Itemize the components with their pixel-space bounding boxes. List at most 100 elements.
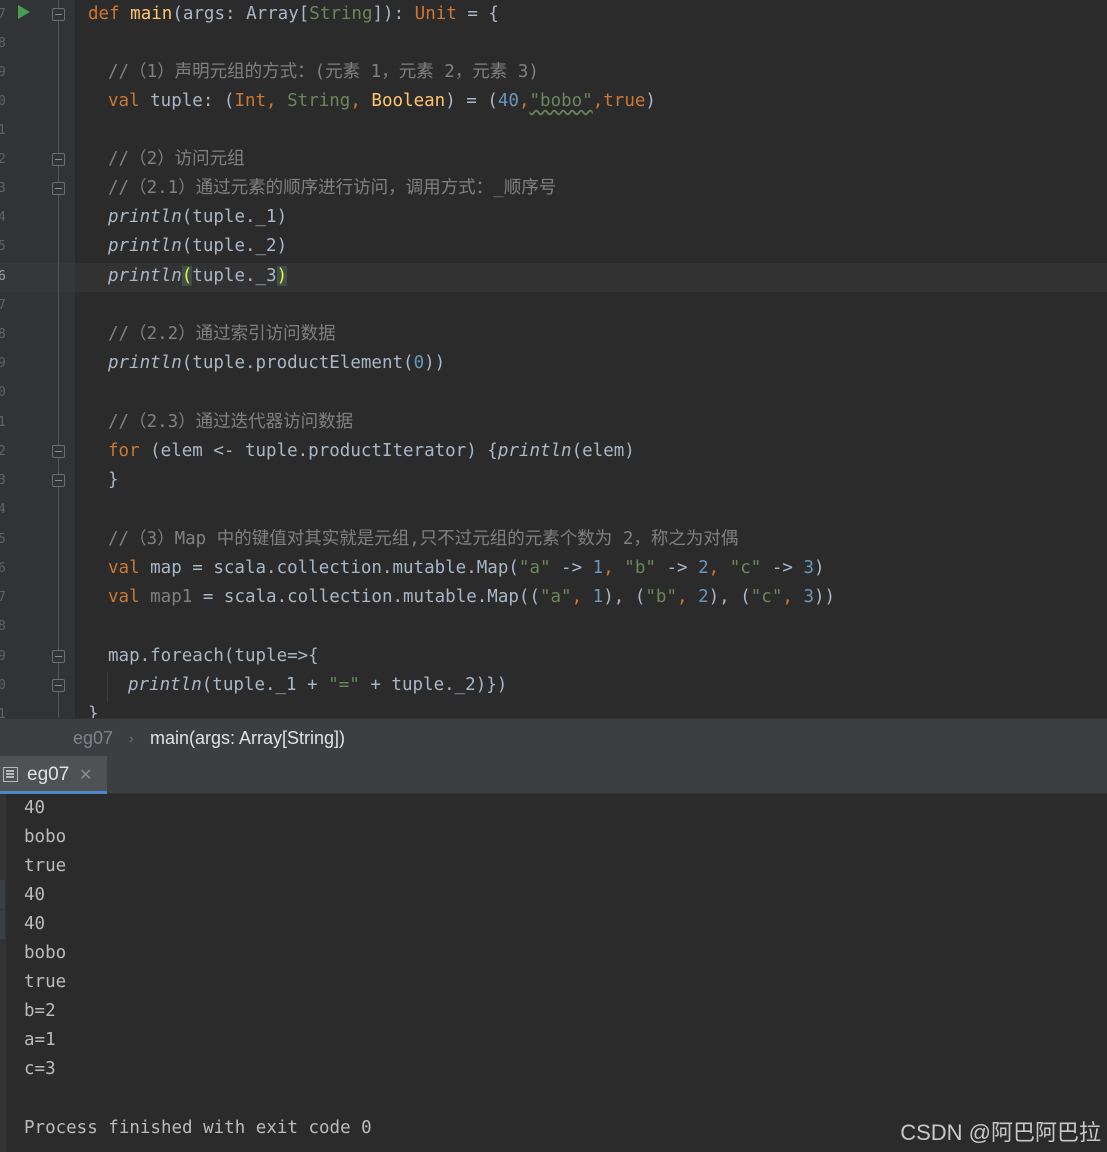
code-text: ) = ( <box>445 91 498 111</box>
breadcrumb: eg07 › main(args: Array[String]) <box>0 718 1107 756</box>
code-text: , <box>708 558 730 578</box>
type-name: String <box>287 91 351 111</box>
fold-marker-icon[interactable] <box>52 650 65 663</box>
code-line[interactable]: println(tuple._1 + "=" + tuple._2)}) <box>128 671 507 700</box>
line-number: 8 <box>0 327 6 342</box>
fold-marker-icon[interactable] <box>52 153 65 166</box>
line-number: 4 <box>0 502 6 517</box>
function-name: main <box>130 4 173 24</box>
fold-marker-icon[interactable] <box>52 445 65 458</box>
code-line-current[interactable]: println(tuple._3) <box>108 262 288 291</box>
console-output-line: bobo <box>24 943 67 963</box>
current-line-gutter <box>0 263 75 292</box>
line-number: 3 <box>0 181 6 196</box>
line-number: 0 <box>0 94 6 109</box>
line-number: 9 <box>0 356 6 371</box>
code-text: ), ( <box>708 587 751 607</box>
comment-line[interactable]: //（2.2）通过索引访问数据 <box>108 320 336 349</box>
console-icon <box>3 767 18 782</box>
code-text: (args: Array[ <box>172 4 310 24</box>
keyword: for <box>108 441 140 461</box>
console-output-line: a=1 <box>24 1030 56 1050</box>
close-icon[interactable]: ✕ <box>79 756 92 794</box>
code-line[interactable]: val tuple: (Int, String, Boolean) = (40,… <box>108 87 656 116</box>
code-line[interactable]: } <box>88 700 99 718</box>
line-number-current: 6 <box>0 269 6 284</box>
code-text: tuple: ( <box>139 91 235 111</box>
method-call: println <box>108 353 182 373</box>
code-line[interactable]: val map1 = scala.collection.mutable.Map(… <box>108 583 835 612</box>
comment-line[interactable]: //（2.1）通过元素的顺序进行访问，调用方式：_顺序号 <box>108 174 556 203</box>
gutter-separator <box>58 0 59 718</box>
method-call: println <box>497 441 572 461</box>
line-number: 2 <box>0 444 6 459</box>
breadcrumb-method[interactable]: main(args: Array[String]) <box>150 719 345 757</box>
code-line[interactable]: println(tuple.productElement(0)) <box>108 349 445 378</box>
string-literal: "b" <box>624 558 656 578</box>
code-line[interactable]: map.foreach(tuple=>{ <box>108 642 319 671</box>
fold-marker-icon[interactable] <box>52 182 65 195</box>
line-number: 0 <box>0 385 6 400</box>
code-text: -> <box>655 558 699 578</box>
code-line[interactable]: println(tuple._2) <box>108 232 287 261</box>
string-literal: "a" <box>539 587 572 607</box>
code-line[interactable]: val map = scala.collection.mutable.Map("… <box>108 554 825 583</box>
line-number: 7 <box>0 7 6 22</box>
line-number: 2 <box>0 152 6 167</box>
brace-match: ) <box>276 266 288 286</box>
number-literal: 2 <box>698 587 709 607</box>
method-call: println <box>128 675 202 695</box>
keyword: def <box>88 4 120 24</box>
code-text: , <box>676 587 699 607</box>
line-number: 4 <box>0 210 6 225</box>
console-gutter <box>0 794 6 1152</box>
breadcrumb-file[interactable]: eg07 <box>73 719 113 757</box>
console-marker <box>0 880 5 909</box>
comment-line[interactable]: //（2）访问元组 <box>108 145 245 174</box>
line-number: 7 <box>0 298 6 313</box>
tab-label: eg07 <box>27 764 70 785</box>
method-call: println <box>108 266 182 286</box>
code-editor[interactable]: 7 8 9 0 1 2 3 4 5 6 7 8 9 0 1 2 3 4 5 6 … <box>0 0 1107 718</box>
string-literal: "b" <box>645 587 677 607</box>
console-output-line: true <box>24 856 67 876</box>
number-literal: 3 <box>803 558 814 578</box>
tab-run-eg07[interactable]: eg07 ✕ <box>0 756 107 794</box>
fold-marker-icon[interactable] <box>52 679 65 692</box>
console-output-line: b=2 <box>24 1001 56 1021</box>
fold-marker-icon[interactable] <box>52 8 65 21</box>
line-number: 7 <box>0 590 6 605</box>
code-line[interactable]: println(tuple._1) <box>108 203 287 232</box>
line-number: 1 <box>0 123 6 138</box>
code-text: (tuple._1 + <box>201 675 329 695</box>
line-number: 1 <box>0 707 6 718</box>
code-text: , <box>592 91 604 111</box>
console-output-line: true <box>24 972 67 992</box>
type-name: Boolean <box>371 91 446 111</box>
fold-marker-icon[interactable] <box>52 474 65 487</box>
code-line[interactable]: def main(args: Array[String]): Unit = { <box>88 0 499 29</box>
string-literal: "=" <box>328 675 360 695</box>
number-literal: 1 <box>592 558 604 578</box>
code-line[interactable]: for (elem <- tuple.productIterator) {pri… <box>108 437 635 466</box>
string-literal: "bobo" <box>529 91 593 111</box>
line-number: 3 <box>0 473 6 488</box>
console-output-line: 40 <box>24 914 46 934</box>
line-number: 6 <box>0 561 6 576</box>
code-text: ), ( <box>603 587 646 607</box>
number-literal: 0 <box>413 353 425 373</box>
line-number: 8 <box>0 619 6 634</box>
code-line[interactable]: } <box>108 466 119 495</box>
run-console[interactable]: 40 bobo true 40 40 bobo true b=2 a=1 c=3… <box>0 794 1107 1152</box>
method-call: println <box>108 207 182 227</box>
code-text: tuple._3 <box>192 266 277 286</box>
process-finished-message: Process finished with exit code 0 <box>24 1118 372 1138</box>
line-number: 9 <box>0 65 6 80</box>
comment-line[interactable]: //（2.3）通过迭代器访问数据 <box>108 408 353 437</box>
comment-line[interactable]: //（3）Map 中的键值对其实就是元组,只不过元组的元素个数为 2，称之为对偶 <box>108 525 738 554</box>
keyword: val <box>108 558 140 578</box>
comment-line[interactable]: //（1）声明元组的方式：(元素 1，元素 2，元素 3) <box>108 58 539 87</box>
code-text: )) <box>814 587 836 607</box>
run-main-icon[interactable] <box>18 5 30 19</box>
string-literal: "c" <box>729 558 762 578</box>
